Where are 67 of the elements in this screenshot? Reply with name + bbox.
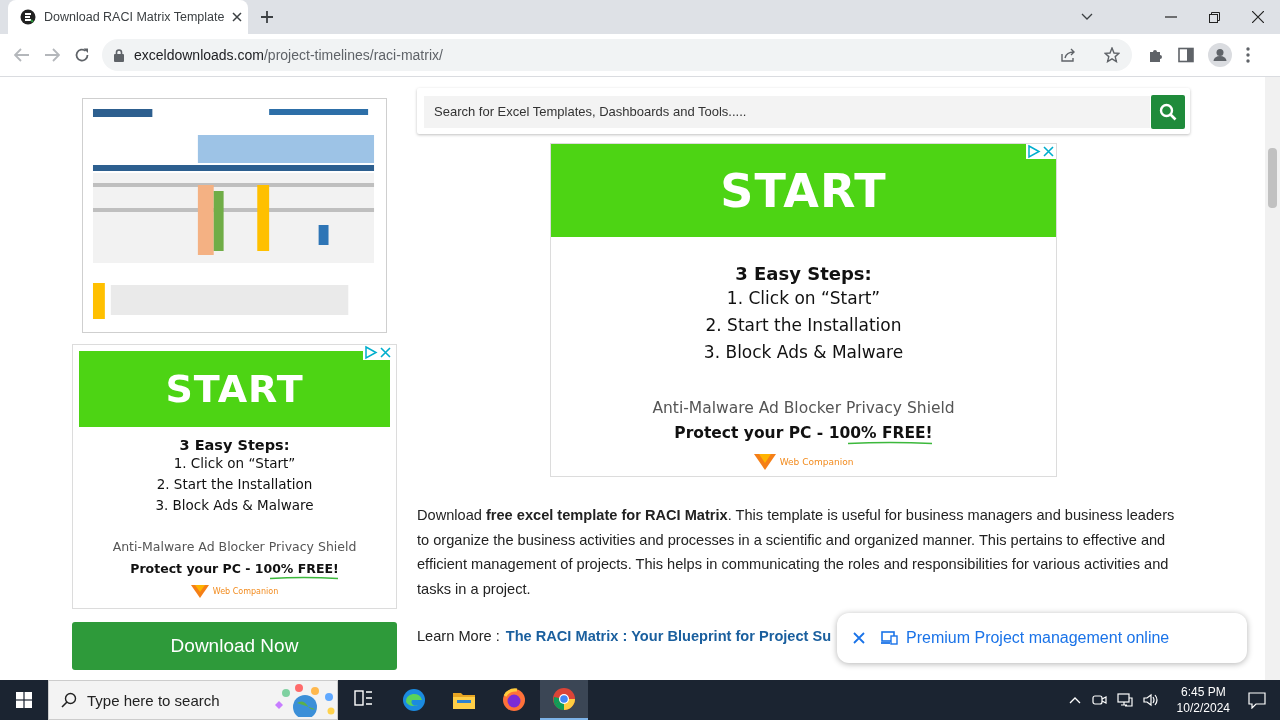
brand-logo-icon bbox=[753, 454, 776, 470]
edge-browser-icon bbox=[402, 688, 426, 712]
ad-step: 2. Start the Installation bbox=[156, 474, 313, 495]
ad-tagline: Anti-Malware Ad Blocker Privacy Shield bbox=[111, 539, 358, 554]
close-icon[interactable] bbox=[1252, 11, 1264, 23]
lock-icon bbox=[114, 48, 124, 62]
taskbar-search-field[interactable]: Type here to search bbox=[48, 680, 338, 720]
reload-icon[interactable] bbox=[74, 47, 90, 63]
notification-icon[interactable] bbox=[1248, 691, 1266, 709]
new-tab-icon[interactable] bbox=[260, 10, 274, 24]
star-icon[interactable] bbox=[1104, 47, 1120, 63]
chevron-up-icon[interactable] bbox=[1068, 696, 1081, 704]
ad-banner[interactable]: START 3 Easy Steps: 1. Click on “Start” 2. Start the Installation 3. Block Ads & Malware Anti-Malware Ad Blocker Privacy Shield Protect your PC - 100% FREE! Web Companion bbox=[72, 344, 397, 609]
page-url: exceldownloads.com/project-timelines/raci-matrix/ bbox=[134, 47, 443, 63]
article-link[interactable]: The RACI Matrix : Your Blueprint for Project Su bbox=[505, 628, 832, 645]
system-clock[interactable]: 6:45 PM 10/2/2024 bbox=[1176, 684, 1230, 716]
tab-title: Download RACI Matrix Template bbox=[44, 10, 225, 24]
profile-avatar-icon[interactable] bbox=[1208, 43, 1232, 67]
chrome-browser-icon bbox=[552, 687, 576, 711]
search-field[interactable]: Search for Excel Templates, Dashboards and Tools..... bbox=[424, 95, 1150, 128]
browser-tab[interactable]: Download RACI Matrix Template bbox=[8, 0, 248, 34]
ad-step: 3. Block Ads & Malware bbox=[155, 495, 314, 516]
meet-now-icon[interactable] bbox=[1090, 692, 1107, 708]
dropdown-chevron-icon[interactable] bbox=[1081, 13, 1093, 21]
ad-subtitle: 3 Easy Steps: bbox=[734, 263, 873, 284]
search-icon bbox=[61, 692, 77, 708]
popup-link[interactable]: Premium Project management online bbox=[881, 629, 1170, 647]
address-bar[interactable]: exceldownloads.com/project-timelines/raci-matrix/ bbox=[102, 39, 1132, 71]
ad-info-icon[interactable] bbox=[1026, 144, 1041, 159]
restore-icon[interactable] bbox=[1209, 11, 1220, 23]
share-icon[interactable] bbox=[1060, 47, 1076, 63]
search-icon bbox=[1159, 102, 1177, 121]
ad-headline: START bbox=[720, 163, 887, 218]
ad-offer: Protect your PC - 100% FREE! bbox=[674, 424, 933, 442]
description-paragraph: Download free excel template for RACI Matrix. This template is useful for business managers and business leaders to organize the business activities and processes in a scientific and organized manner. This pertains to effective and efficient management of projects. This helps in communicating the roles and responsibilities for various activities and tasks in a project. bbox=[417, 506, 1176, 599]
learn-more-label: Learn More : bbox=[417, 628, 500, 645]
clock-time: 6:45 PM bbox=[1180, 684, 1226, 700]
puzzle-icon[interactable] bbox=[1148, 47, 1164, 63]
search-placeholder: Type here to search bbox=[87, 691, 221, 709]
side-panel-icon[interactable] bbox=[1178, 47, 1194, 63]
ad-brand: Web Companion bbox=[212, 587, 279, 596]
vertical-scrollbar[interactable] bbox=[1265, 77, 1280, 680]
brand-logo-icon bbox=[190, 585, 209, 598]
firefox-browser-icon bbox=[502, 688, 526, 712]
network-icon[interactable] bbox=[1116, 692, 1133, 708]
ad-offer: Protect your PC - 100% FREE! bbox=[130, 561, 339, 576]
site-logo-icon bbox=[20, 9, 36, 25]
devices-icon bbox=[881, 631, 898, 645]
search-button[interactable] bbox=[1151, 94, 1185, 129]
ad-brand: Web Companion bbox=[779, 457, 854, 467]
windows-start-icon[interactable] bbox=[16, 692, 32, 708]
taskbar-app-button[interactable] bbox=[540, 680, 588, 720]
speaker-icon[interactable] bbox=[1142, 692, 1159, 708]
ad-subtitle: 3 Easy Steps: bbox=[178, 437, 291, 453]
ad-step: 1. Click on “Start” bbox=[173, 453, 296, 474]
ad-step: 3. Block Ads & Malware bbox=[703, 339, 904, 366]
more-menu-icon[interactable] bbox=[1246, 47, 1250, 63]
ad-tagline: Anti-Malware Ad Blocker Privacy Shield bbox=[651, 399, 956, 417]
underline-stroke bbox=[268, 576, 339, 580]
clock-date: 10/2/2024 bbox=[1176, 700, 1230, 716]
ad-step: 1. Click on “Start” bbox=[726, 285, 881, 312]
ad-step: 2. Start the Installation bbox=[705, 312, 902, 339]
download-button[interactable]: Download Now bbox=[72, 622, 397, 670]
ad-banner[interactable]: START 3 Easy Steps: 1. Click on “Start” 2. Start the Installation 3. Block Ads & Malware Anti-Malware Ad Blocker Privacy Shield Protect your PC - 100% FREE! Web Companion bbox=[550, 143, 1057, 477]
ad-headline: START bbox=[165, 367, 304, 411]
ad-info-icon[interactable] bbox=[363, 345, 378, 360]
close-icon[interactable] bbox=[232, 12, 243, 22]
